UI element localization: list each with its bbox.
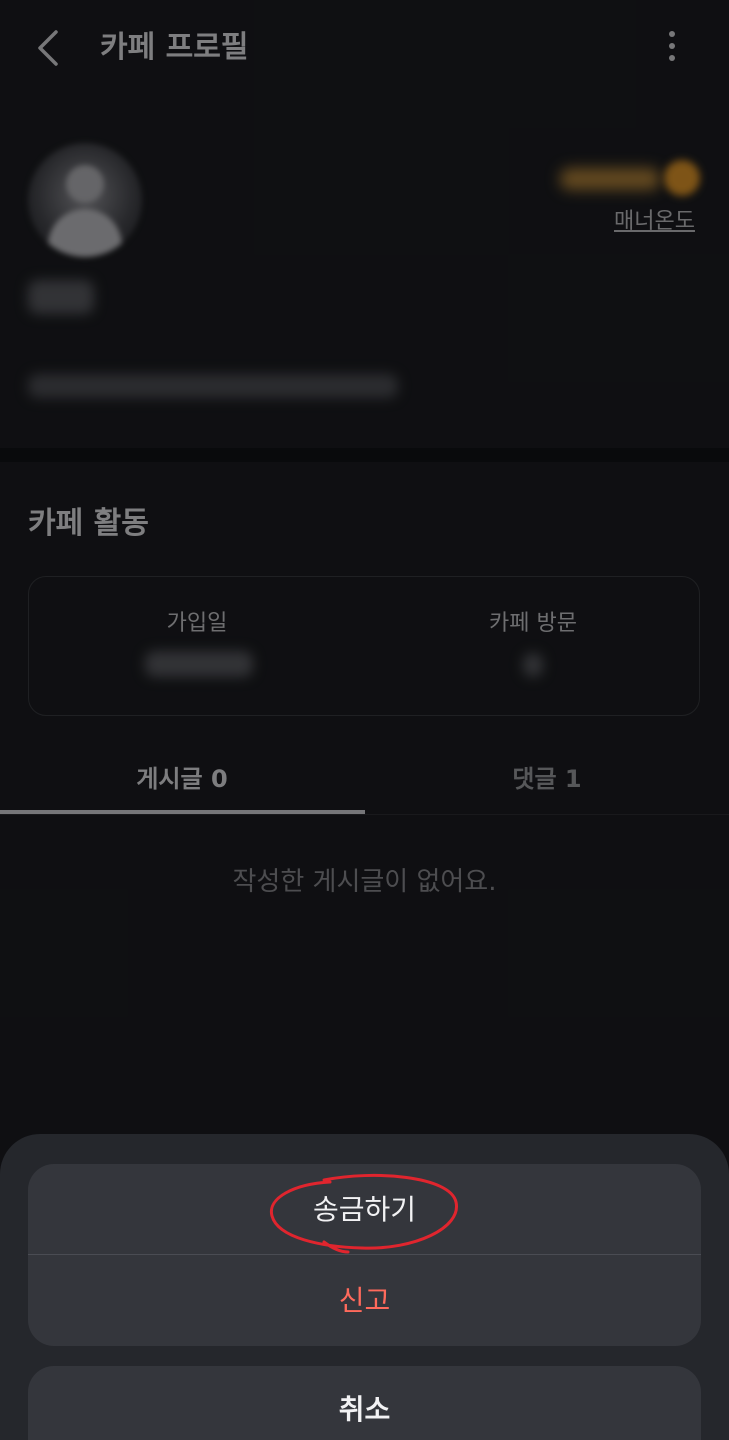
cafe-profile-screen: 카페 프로필 매너온도 카페 활동 가입일 카페 방문 게시글 0 댓글 1 작… [0,0,729,1440]
action-group: 송금하기 신고 [28,1164,701,1346]
action-sheet: 송금하기 신고 취소 [0,1134,729,1440]
cancel-button[interactable]: 취소 [28,1366,701,1440]
send-money-button[interactable]: 송금하기 [28,1164,701,1255]
report-button[interactable]: 신고 [28,1255,701,1346]
